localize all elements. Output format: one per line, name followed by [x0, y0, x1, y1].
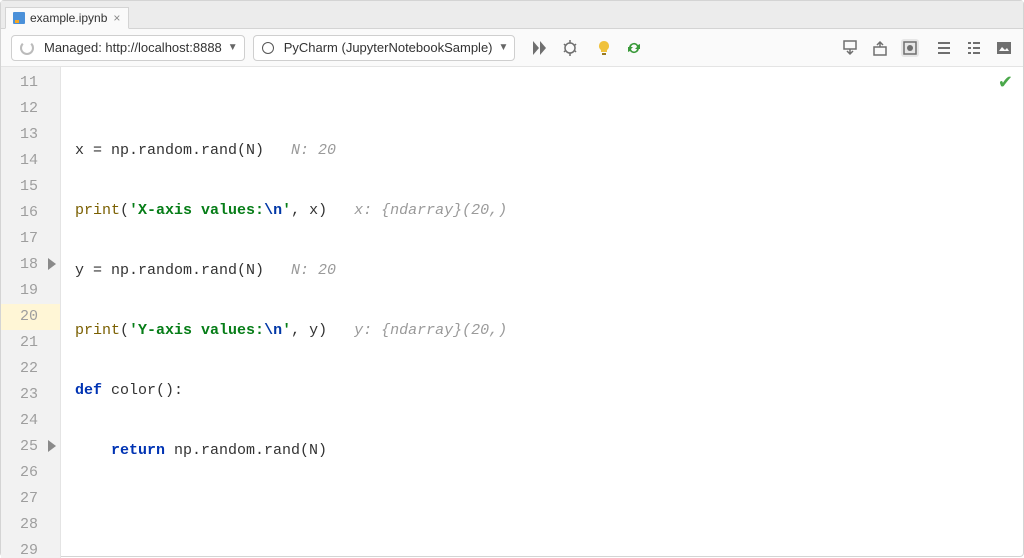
line-number: 23: [1, 382, 60, 408]
line-number: 17: [1, 226, 60, 252]
cell-icon-group: [841, 39, 919, 57]
select-cell-icon[interactable]: [901, 39, 919, 57]
code-line[interactable]: def color():: [75, 378, 1023, 404]
list-icon[interactable]: [935, 39, 953, 57]
run-cell-icon[interactable]: [48, 258, 56, 270]
run-all-icon[interactable]: [531, 39, 549, 57]
server-dropdown[interactable]: Managed: http://localhost:8888 ▼: [11, 35, 245, 61]
file-tab[interactable]: example.ipynb ×: [5, 7, 129, 29]
tab-bar: example.ipynb ×: [1, 1, 1023, 29]
line-number: 12: [1, 96, 60, 122]
sync-icon[interactable]: [625, 39, 643, 57]
details-icon[interactable]: [965, 39, 983, 57]
server-label: Managed: http://localhost:8888: [44, 40, 222, 55]
code-line[interactable]: y = np.random.rand(N) N: 20: [75, 258, 1023, 284]
line-number: 27: [1, 486, 60, 512]
view-icon-group: [935, 39, 1013, 57]
chevron-down-icon: ▼: [499, 42, 509, 53]
line-number: 22: [1, 356, 60, 382]
line-gutter: 11 12 13 14 15 16 17 18 19 20 21 22 23 2…: [1, 67, 61, 558]
code-line[interactable]: [75, 498, 1023, 524]
jupyter-file-icon: [12, 11, 26, 25]
debug-cell-icon[interactable]: [561, 39, 579, 57]
line-number: 21: [1, 330, 60, 356]
tab-filename: example.ipynb: [30, 11, 107, 25]
move-up-icon[interactable]: [871, 39, 889, 57]
line-number: 11: [1, 70, 60, 96]
kernel-status-icon: [262, 42, 274, 54]
line-number: 19: [1, 278, 60, 304]
status-ok-icon: ✔: [998, 72, 1013, 94]
line-number: 26: [1, 460, 60, 486]
line-number: 25: [1, 434, 60, 460]
line-number: 28: [1, 512, 60, 538]
kernel-label: PyCharm (JupyterNotebookSample): [284, 40, 493, 55]
kernel-dropdown[interactable]: PyCharm (JupyterNotebookSample) ▼: [253, 35, 516, 61]
lightbulb-icon[interactable]: [595, 39, 613, 57]
run-icon-group: [531, 39, 579, 57]
code-editor[interactable]: 11 12 13 14 15 16 17 18 19 20 21 22 23 2…: [1, 67, 1023, 558]
line-number: 15: [1, 174, 60, 200]
code-line[interactable]: x = np.random.rand(N) N: 20: [75, 138, 1023, 164]
move-down-icon[interactable]: [841, 39, 859, 57]
code-line[interactable]: return np.random.rand(N): [75, 438, 1023, 464]
chevron-down-icon: ▼: [228, 42, 238, 53]
notebook-toolbar: Managed: http://localhost:8888 ▼ PyCharm…: [1, 29, 1023, 67]
line-number: 16: [1, 200, 60, 226]
code-line[interactable]: print('Y-axis values:\n', y) y: {ndarray…: [75, 318, 1023, 344]
spinner-icon: [20, 41, 34, 55]
tool-icon-group: [595, 39, 643, 57]
code-line[interactable]: print('X-axis values:\n', x) x: {ndarray…: [75, 198, 1023, 224]
line-number: 14: [1, 148, 60, 174]
code-area[interactable]: ✔ x = np.random.rand(N) N: 20 print('X-a…: [61, 67, 1023, 558]
line-number: 20: [1, 304, 60, 330]
run-cell-icon[interactable]: [48, 440, 56, 452]
line-number: 18: [1, 252, 60, 278]
close-icon[interactable]: ×: [113, 11, 120, 25]
line-number: 29: [1, 538, 60, 558]
line-number: 13: [1, 122, 60, 148]
image-icon[interactable]: [995, 39, 1013, 57]
line-number: 24: [1, 408, 60, 434]
